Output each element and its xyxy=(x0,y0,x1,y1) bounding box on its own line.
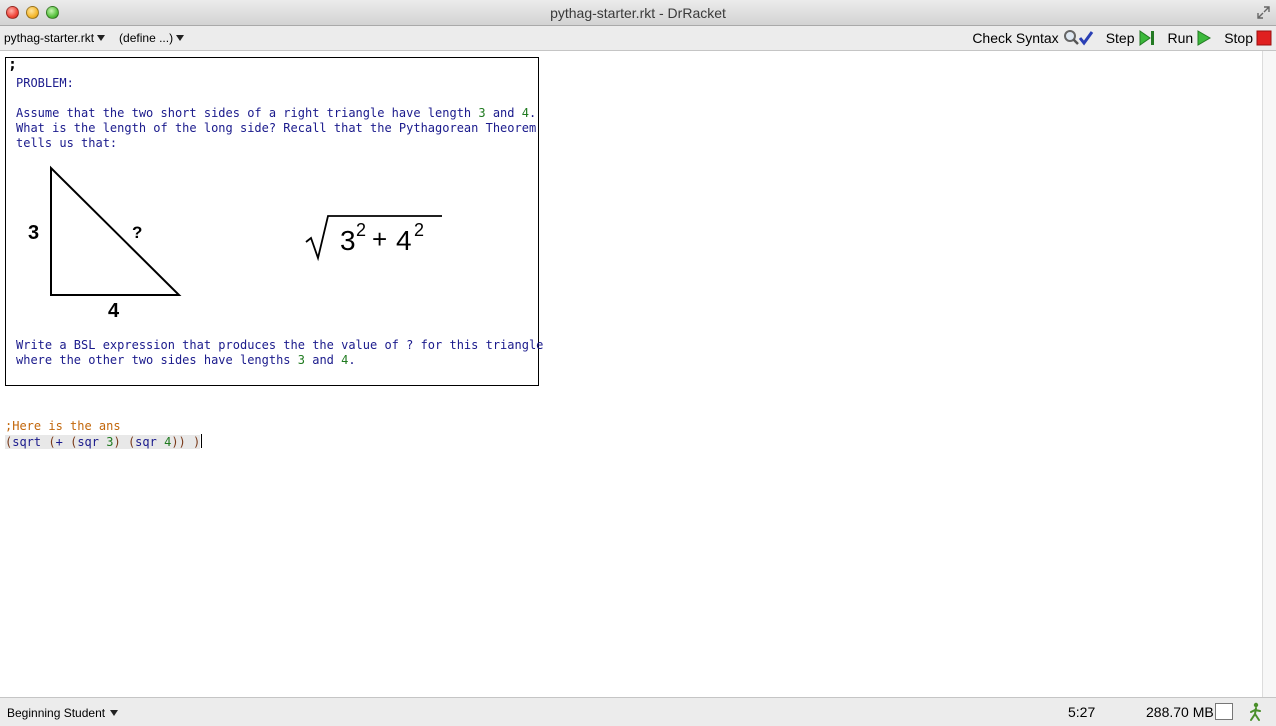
memory-usage: 288.70 MB xyxy=(1146,704,1214,720)
toolbar: pythag-starter.rkt (define ...) Check Sy… xyxy=(0,26,1276,51)
file-menu[interactable]: pythag-starter.rkt xyxy=(4,31,106,45)
triangle-side-b-label: 4 xyxy=(108,300,120,322)
memory-gc-button[interactable] xyxy=(1215,703,1233,720)
magnifier-check-icon xyxy=(1063,30,1093,46)
chevron-down-icon xyxy=(176,35,185,41)
define-menu-label: (define ...) xyxy=(119,31,174,45)
task-text: where the other two sides have lengths xyxy=(16,353,298,367)
problem-line-2: What is the length of the long side? Rec… xyxy=(16,121,537,135)
code-area[interactable]: ;Here is the ans (sqrt (+ (sqr 3) (sqr 4… xyxy=(5,419,203,450)
cursor-position: 5:27 xyxy=(1068,704,1096,720)
triangle-side-a-label: 3 xyxy=(28,222,39,244)
run-button[interactable]: Run xyxy=(1168,28,1213,48)
code-token: )) xyxy=(171,435,186,449)
window-title: pythag-starter.rkt - DrRacket xyxy=(550,5,726,21)
pythagorean-formula: 3 2 + 4 2 xyxy=(305,215,442,262)
chevron-down-icon xyxy=(97,35,106,41)
formula-operator: + xyxy=(372,224,387,254)
title-bar: pythag-starter.rkt - DrRacket xyxy=(0,0,1276,26)
triangle-hypotenuse-label: ? xyxy=(132,223,142,242)
answer-comment: ;Here is the ans xyxy=(5,419,121,433)
problem-text: Assume that the two short sides of a rig… xyxy=(16,106,479,120)
problem-text: . xyxy=(528,106,537,120)
step-icon xyxy=(1139,30,1154,46)
formula-exp-2: 2 xyxy=(414,220,424,240)
problem-line-3: tells us that: xyxy=(16,136,118,150)
task-text: . xyxy=(348,353,356,367)
running-man-icon xyxy=(1250,702,1261,721)
problem-line-1: Assume that the two short sides of a rig… xyxy=(16,106,536,121)
triangle-diagram: 3 ? 4 xyxy=(28,165,182,322)
language-label: Beginning Student xyxy=(7,706,106,720)
define-menu[interactable]: (define ...) xyxy=(119,31,185,45)
number-literal: 4 xyxy=(521,106,529,120)
number-literal: 3 xyxy=(297,353,305,367)
fullscreen-icon[interactable] xyxy=(1257,6,1270,19)
run-label: Run xyxy=(1167,30,1194,46)
problem-text: and xyxy=(485,106,522,120)
answer-expression[interactable]: (sqrt (+ (sqr 3) (sqr 4)) ) xyxy=(5,434,203,450)
run-icon xyxy=(1197,30,1212,46)
code-token: ) xyxy=(193,435,201,449)
code-token: sqrt xyxy=(12,435,42,449)
status-bar: Beginning Student 5:27 288.70 MB xyxy=(0,697,1276,726)
step-button[interactable]: Step xyxy=(1106,28,1156,48)
task-line-2: where the other two sides have lengths 3… xyxy=(16,353,356,368)
formula-exp-1: 2 xyxy=(356,220,366,240)
language-selector[interactable]: Beginning Student xyxy=(7,706,119,720)
task-line-1: Write a BSL expression that produces the… xyxy=(16,338,544,352)
stop-button[interactable]: Stop xyxy=(1224,28,1272,48)
code-token: sqr xyxy=(135,435,157,449)
vertical-scrollbar[interactable] xyxy=(1262,51,1276,697)
code-token: + xyxy=(55,435,63,449)
check-syntax-button[interactable]: Check Syntax xyxy=(972,28,1093,48)
formula-base-2: 4 xyxy=(396,225,412,256)
definitions-editor[interactable]: ; PROBLEM: Assume that the two short sid… xyxy=(0,51,1262,697)
problem-heading: PROBLEM: xyxy=(16,76,74,90)
formula-base-1: 3 xyxy=(340,225,356,256)
number-literal: 3 xyxy=(478,106,486,120)
comment-box[interactable]: ; PROBLEM: Assume that the two short sid… xyxy=(5,55,543,386)
file-menu-label: pythag-starter.rkt xyxy=(4,31,95,45)
code-token: ( xyxy=(48,435,56,449)
chevron-down-icon xyxy=(110,710,119,716)
comment-box-marker: ; xyxy=(8,55,18,73)
text-cursor xyxy=(201,434,203,448)
stop-label: Stop xyxy=(1224,30,1253,46)
code-token: ) xyxy=(113,435,121,449)
code-token: sqr xyxy=(77,435,99,449)
stop-icon xyxy=(1256,30,1272,46)
step-label: Step xyxy=(1105,30,1135,46)
task-text: and xyxy=(305,353,342,367)
check-syntax-label: Check Syntax xyxy=(972,30,1059,46)
